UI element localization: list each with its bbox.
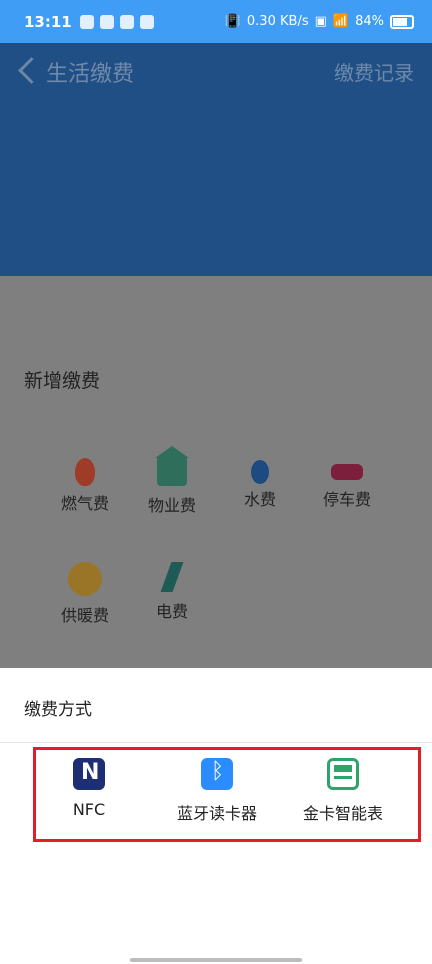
bluetooth-icon [201, 758, 233, 790]
vibrate-icon: 📳 [224, 14, 241, 29]
tile-label: 物业费 [147, 496, 196, 515]
sim-icon: ▣ [314, 14, 327, 29]
water-drop-icon [251, 460, 269, 484]
add-payment-section: 新增缴费 燃气费 物业费 水费 停车费 供暖费 电费 [0, 276, 432, 668]
house-yen-icon [155, 446, 189, 486]
tile-water[interactable]: 水费 [220, 456, 300, 510]
header: 生活缴费 缴费记录 [0, 43, 432, 276]
radiator-icon [68, 562, 102, 596]
back-button[interactable] [16, 57, 38, 85]
status-time: 13:11 [24, 12, 72, 31]
tile-label: 停车费 [322, 490, 371, 509]
payment-method-sheet: 缴费方式 NFC 蓝牙读卡器 金卡智能表 [0, 668, 432, 964]
flame-icon [75, 458, 95, 486]
tile-label: 供暖费 [60, 606, 109, 625]
tile-property[interactable]: 物业费 [132, 446, 212, 516]
method-smart-meter[interactable]: 金卡智能表 [293, 758, 393, 824]
payment-record-link[interactable]: 缴费记录 [334, 57, 414, 86]
network-speed: 0.30 KB/s [246, 14, 309, 29]
nfc-icon [73, 758, 105, 790]
tile-parking[interactable]: 停车费 [307, 456, 387, 510]
status-app-icons [79, 14, 154, 29]
wifi-icon: 📶 [332, 14, 350, 29]
status-bar: 13:11 📳 0.30 KB/s ▣ 📶 84% [0, 0, 432, 43]
header-row: 生活缴费 缴费记录 [0, 43, 432, 99]
car-icon [331, 464, 363, 480]
status-right: 📳 0.30 KB/s ▣ 📶 84% [225, 14, 414, 29]
tile-electricity[interactable]: 电费 [132, 562, 212, 622]
home-indicator[interactable] [130, 958, 302, 962]
tile-gas[interactable]: 燃气费 [45, 456, 125, 514]
tile-label: 水费 [243, 490, 276, 509]
smart-meter-card-icon [327, 758, 359, 790]
divider [0, 742, 432, 743]
page-title: 生活缴费 [46, 62, 135, 87]
app-notification-icon [119, 14, 134, 29]
app-notification-icon [99, 14, 114, 29]
method-label: 蓝牙读卡器 [176, 804, 257, 823]
app-notification-icon [79, 14, 94, 29]
tile-label: 电费 [155, 602, 188, 621]
tile-label: 燃气费 [60, 494, 109, 513]
battery-icon [390, 14, 414, 29]
app-notification-icon [139, 14, 154, 29]
method-bluetooth-reader[interactable]: 蓝牙读卡器 [172, 758, 262, 824]
sheet-title: 缴费方式 [24, 700, 92, 720]
method-label: 金卡智能表 [302, 804, 383, 823]
section-title: 新增缴费 [24, 370, 101, 392]
method-label: NFC [72, 800, 106, 819]
battery-percent: 84% [355, 14, 384, 29]
tile-heating[interactable]: 供暖费 [45, 562, 125, 626]
lightning-icon [160, 562, 184, 592]
method-nfc[interactable]: NFC [56, 758, 122, 819]
